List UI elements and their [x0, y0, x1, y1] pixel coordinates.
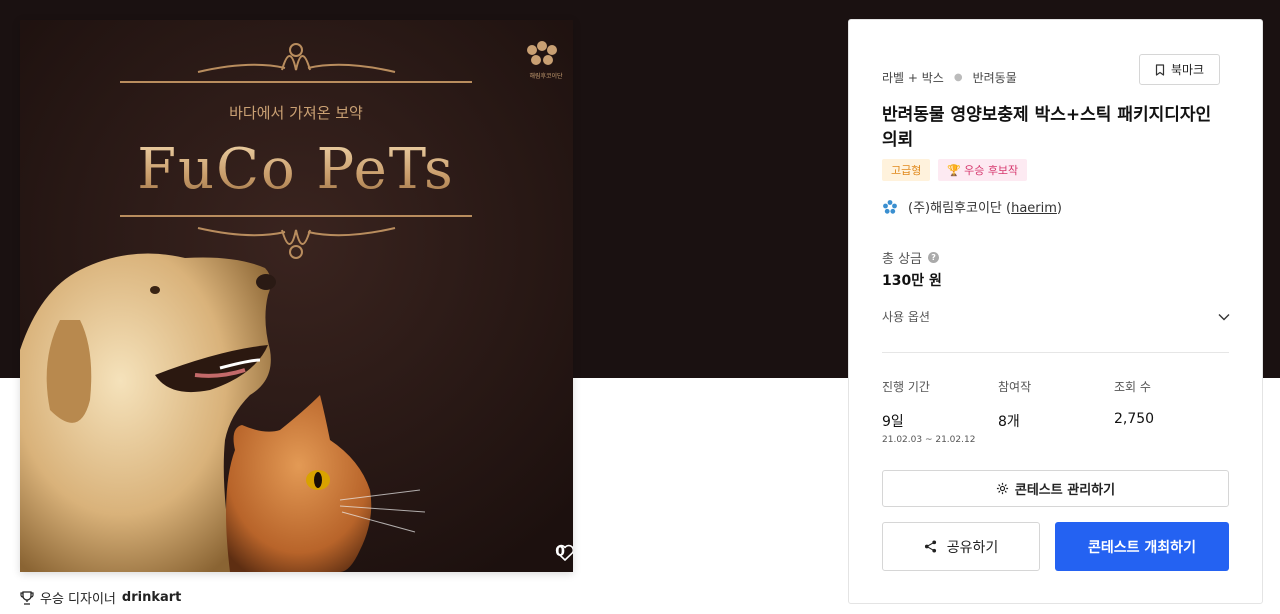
artwork-brand-title: FuCo PeTs: [137, 137, 455, 202]
stat-duration-dates: 21.02.03 ~ 21.02.12: [882, 435, 976, 445]
share-icon: [924, 540, 936, 553]
company-name-text: (주)해림후코이단: [908, 201, 1002, 216]
stat-entries-value: 8개: [998, 414, 1020, 430]
chevron-down-icon: [1218, 313, 1230, 320]
total-prize-label: 총 상금 ?: [882, 248, 940, 267]
options-dropdown[interactable]: 사용 옵션: [882, 308, 1230, 325]
bookmark-label: 북마크: [1170, 63, 1205, 77]
award-badge-label: 우승 후보작: [964, 164, 1019, 177]
breadcrumb: 라벨 + 박스 ● 반려동물: [882, 69, 1017, 86]
breadcrumb-separator: ●: [953, 72, 963, 83]
award-badge: 🏆 우승 후보작: [938, 159, 1028, 181]
grade-badge: 고급형: [882, 159, 931, 181]
manage-contest-label: 콘테스트 관리하기: [1014, 483, 1116, 498]
bookmark-icon: [1155, 63, 1165, 76]
section-divider: [882, 352, 1229, 353]
company-handle-link[interactable]: haerim: [1011, 201, 1057, 216]
company-name: (주)해림후코이단 (haerim): [908, 201, 1062, 216]
stat-duration-label: 진행 기간: [882, 380, 930, 394]
winner-name[interactable]: drinkart: [122, 590, 181, 605]
share-button[interactable]: 공유하기: [882, 522, 1040, 571]
artwork-tagline: 바다에서 가져온 보약: [229, 104, 363, 122]
trophy-badge-icon: 🏆: [947, 163, 962, 177]
breadcrumb-subcategory[interactable]: 반려동물: [973, 69, 1017, 86]
host-contest-button[interactable]: 콘테스트 개최하기: [1055, 522, 1229, 571]
brand-logo-text: 해림후코이단: [529, 72, 563, 80]
stat-views-label: 조회 수: [1114, 380, 1151, 394]
manage-contest-button[interactable]: 콘테스트 관리하기: [882, 470, 1229, 507]
artwork-illustration: 해림후코이단 바다에서 가져온 보약 FuCo PeTs: [20, 20, 573, 572]
total-prize-value: 130만 원: [882, 273, 942, 289]
stat-entries: 참여작 8개: [998, 378, 1114, 445]
badge-group: 고급형 🏆 우승 후보작: [882, 159, 1028, 181]
breadcrumb-category[interactable]: 라벨 + 박스: [882, 69, 944, 86]
total-prize-label-text: 총 상금: [882, 252, 923, 267]
contest-title: 반려동물 영양보충제 박스+스틱 패키지디자인 의뢰: [882, 105, 1212, 150]
trophy-icon: [20, 590, 34, 605]
stat-duration-value: 9일: [882, 414, 904, 430]
like-button[interactable]: 0: [555, 544, 573, 561]
bookmark-button[interactable]: 북마크: [1139, 54, 1220, 85]
gear-icon: [996, 482, 1008, 495]
winner-designer: 우승 디자이너 drinkart: [20, 588, 181, 607]
contest-info-card: 라벨 + 박스 ● 반려동물 북마크 반려동물 영양보충제 박스+스틱 패키지디…: [848, 19, 1263, 604]
stat-views: 조회 수 2,750: [1114, 378, 1230, 445]
stat-views-value: 2,750: [1114, 411, 1155, 427]
host-company: (주)해림후코이단 (haerim): [882, 197, 1062, 216]
options-label: 사용 옵션: [882, 310, 930, 324]
company-logo-icon: [883, 199, 897, 214]
stat-entries-label: 참여작: [998, 380, 1032, 394]
contest-stats: 진행 기간 9일 21.02.03 ~ 21.02.12 참여작 8개 조회 수…: [882, 378, 1230, 445]
share-label: 공유하기: [946, 539, 999, 556]
heart-icon: [556, 544, 573, 561]
stat-duration: 진행 기간 9일 21.02.03 ~ 21.02.12: [882, 378, 998, 445]
winner-label: 우승 디자이너: [40, 592, 116, 607]
contest-detail-page: 해림후코이단 바다에서 가져온 보약 FuCo PeTs 0 우승 디자이너 d…: [0, 0, 1280, 614]
help-icon[interactable]: ?: [928, 252, 940, 263]
contest-artwork-image[interactable]: 해림후코이단 바다에서 가져온 보약 FuCo PeTs 0: [20, 20, 573, 572]
